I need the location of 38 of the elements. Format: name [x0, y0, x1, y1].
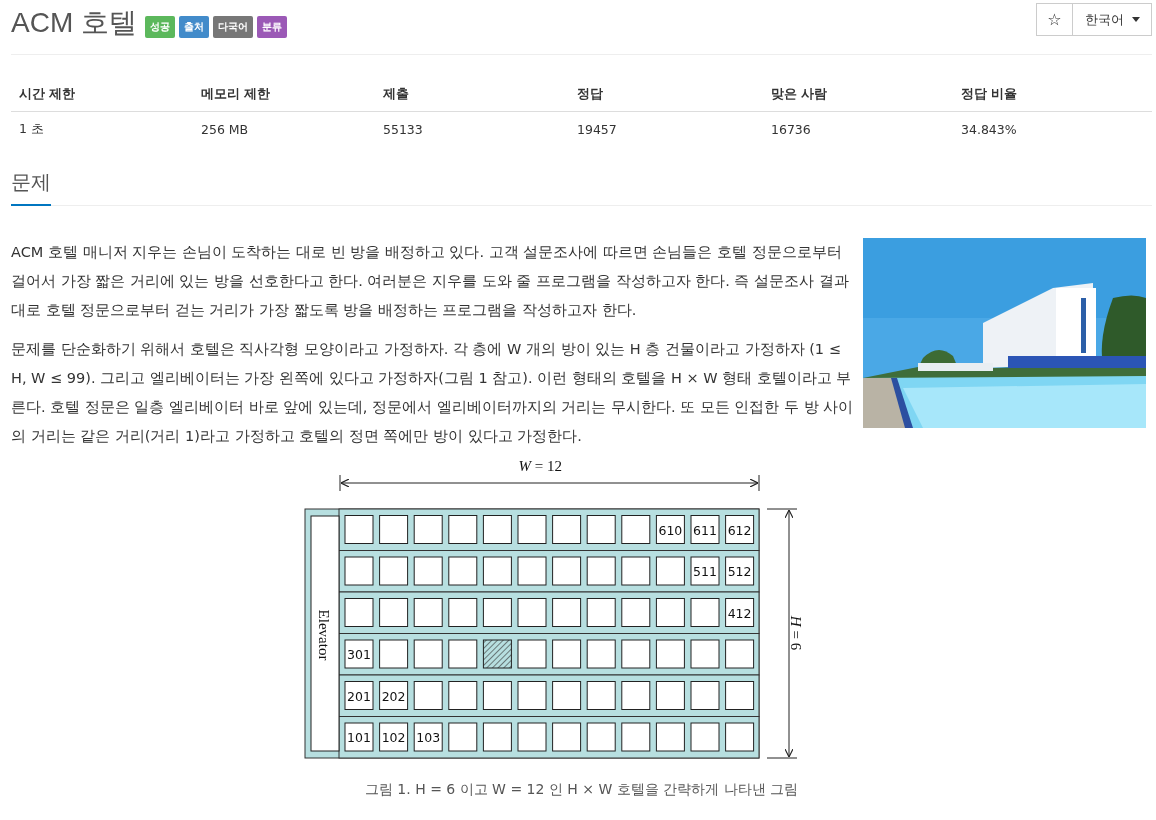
- tag-badge[interactable]: 다국어: [213, 16, 253, 38]
- room-number: 412: [727, 605, 752, 621]
- table-cell: 34.843%: [953, 111, 1152, 147]
- room-number: 301: [346, 647, 371, 662]
- tag-badge[interactable]: 성공: [145, 16, 175, 38]
- height-label: H = 6: [786, 615, 805, 651]
- column-header: 제출: [375, 78, 569, 112]
- problem-title: ACM 호텔: [11, 6, 137, 40]
- column-header: 맞은 사람: [763, 78, 953, 112]
- room-number: 202: [381, 688, 406, 704]
- elevator-label: Elevator: [314, 609, 333, 661]
- problem-paragraph: 문제를 단순화하기 위해서 호텔은 직사각형 모양이라고 가정하자. 각 층에 W 개의 방이 있는 H 층 건물이라고 가정하자 (1 ≤ H, W ≤ 99). 그리고 엘리베이터는 가장 왼쪽에 있다고 가정하자(그림 1 참고). 이런 형태의 호텔을 H × W 형태 호텔이라고 부른다. 호텔 정문은 일층 엘리베이터 바로 앞에 있는데, 정문에서 엘리베이터까지의 거리는 무시한다. 또 모든 인접한 두 방 사이의 거리는 같은 거리(거리 1)라고 가정하고 호텔의 정면 쪽에만 방이 있다고 가정한다.: [11, 340, 855, 446]
- table-cell: 19457: [569, 111, 763, 147]
- table-cell: 1 초: [11, 111, 193, 147]
- language-dropdown[interactable]: 한국어: [1073, 3, 1152, 36]
- room-number: 512: [727, 564, 752, 579]
- problem-paragraph: ACM 호텔 매니저 지우는 손님이 도착하는 대로 빈 방을 배정하고 있다. 고객 설문조사에 따르면 손님들은 호텔 정문으로부터 걸어서 가장 짧은 거리에 있는 방을 선호한다고 한다. 여러분은 지우를 도와 줄 프로그램을 작성하고자 한다. 즉 설문조사 결과 대로 호텔 정문으로부터 걷는 거리가 가장 짧도록 방을 배정하는 프로그램을 작성하고자 한다.: [11, 243, 850, 320]
- tag-badge[interactable]: 분류: [257, 16, 287, 38]
- room-number: 201: [346, 688, 371, 704]
- room-number: 102: [381, 730, 406, 745]
- table-cell: 256 MB: [193, 111, 375, 147]
- room-number: 101: [346, 730, 371, 745]
- column-header: 메모리 제한: [193, 78, 375, 112]
- width-label: W = 12: [518, 457, 562, 475]
- section-heading: 문제: [11, 169, 51, 206]
- room-number: 103: [415, 730, 440, 745]
- column-header: 정답: [569, 78, 763, 112]
- room-number: 612: [727, 522, 752, 538]
- tag-badge[interactable]: 출처: [179, 16, 209, 38]
- room-number: 511: [692, 564, 717, 579]
- column-header: 시간 제한: [11, 78, 193, 112]
- favorite-button[interactable]: ☆: [1036, 3, 1073, 36]
- figure-caption: 그림 1. H = 6 이고 W = 12 인 H × W 호텔을 간략하게 나타낸 그림: [364, 780, 799, 799]
- table-cell: 16736: [763, 111, 953, 147]
- room-number: 610: [657, 522, 682, 538]
- room-number: 611: [692, 522, 717, 538]
- table-cell: 55133: [375, 111, 569, 147]
- column-header: 정답 비율: [953, 78, 1152, 112]
